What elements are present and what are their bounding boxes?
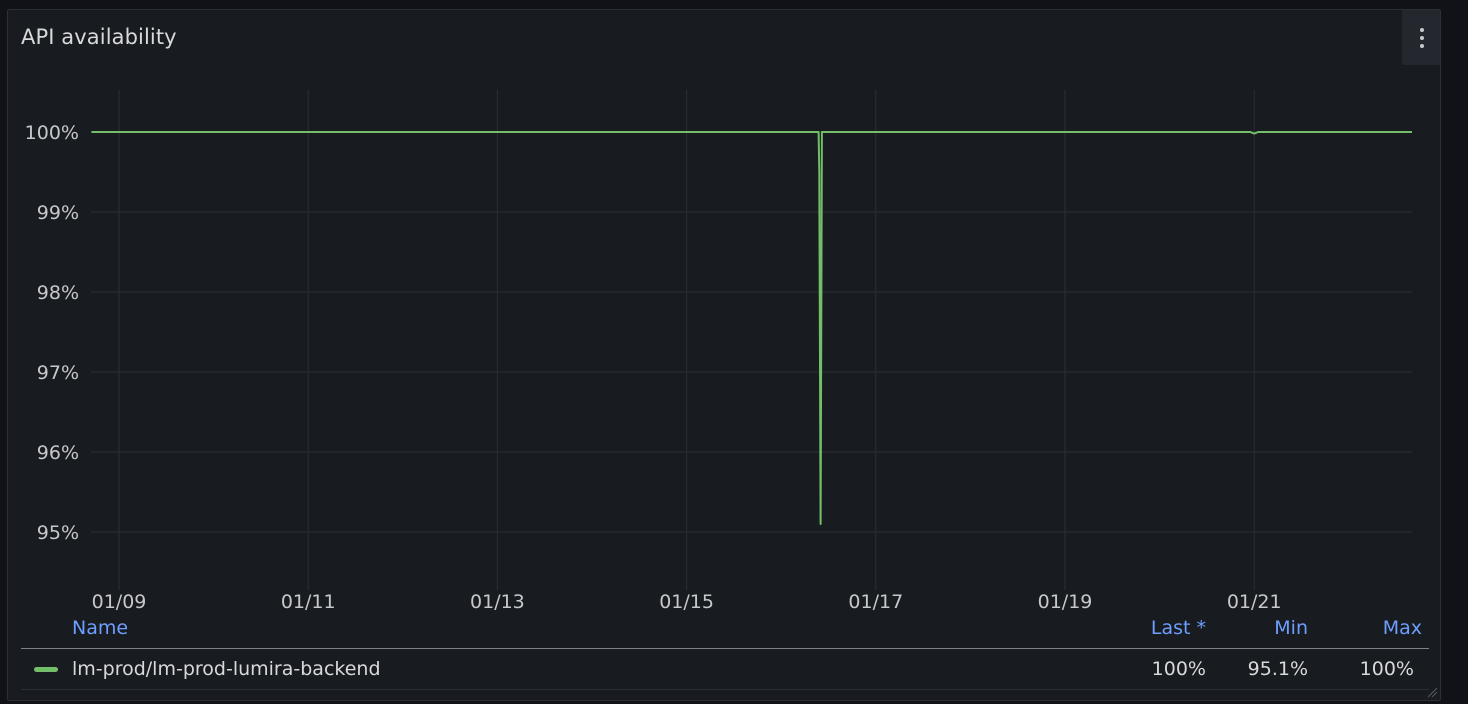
- api-availability-panel: API availability 100% 99% 98% 97% 96% 95% 01/0…: [7, 9, 1441, 701]
- legend-header-min[interactable]: Min: [1274, 617, 1308, 639]
- legend-divider: [21, 648, 1429, 649]
- legend-header-last[interactable]: Last *: [1151, 617, 1206, 639]
- resize-handle-icon[interactable]: [1426, 686, 1438, 698]
- legend-min-value: 95.1%: [1247, 658, 1308, 680]
- legend-max-value: 100%: [1359, 658, 1414, 680]
- y-tick-label: 99%: [37, 202, 79, 224]
- series-color-swatch[interactable]: [34, 667, 58, 672]
- legend-header-max[interactable]: Max: [1383, 617, 1422, 639]
- y-tick-label: 97%: [37, 362, 79, 384]
- y-tick-label: 95%: [37, 522, 79, 544]
- availability-chart[interactable]: 100% 99% 98% 97% 96% 95% 01/09 01/11 01/13 01/15 0…: [8, 10, 1441, 615]
- x-tick-label: 01/17: [848, 591, 903, 613]
- y-tick-label: 100%: [25, 122, 79, 144]
- legend-series-name[interactable]: lm-prod/lm-prod-lumira-backend: [72, 658, 381, 680]
- legend-bottom-divider: [21, 689, 1429, 690]
- x-tick-label: 01/19: [1038, 591, 1093, 613]
- x-tick-label: 01/11: [281, 591, 336, 613]
- legend-header-name[interactable]: Name: [72, 617, 128, 639]
- y-tick-label: 98%: [37, 282, 79, 304]
- x-tick-label: 01/09: [92, 591, 147, 613]
- y-tick-label: 96%: [37, 442, 79, 464]
- legend-header: Name Last * Min Max: [8, 615, 1440, 645]
- legend-last-value: 100%: [1151, 658, 1206, 680]
- x-tick-label: 01/13: [470, 591, 525, 613]
- x-tick-label: 01/15: [659, 591, 714, 613]
- legend-row[interactable]: lm-prod/lm-prod-lumira-backend 100% 95.1…: [8, 656, 1440, 686]
- series-line: [91, 131, 1412, 525]
- x-tick-label: 01/21: [1227, 591, 1282, 613]
